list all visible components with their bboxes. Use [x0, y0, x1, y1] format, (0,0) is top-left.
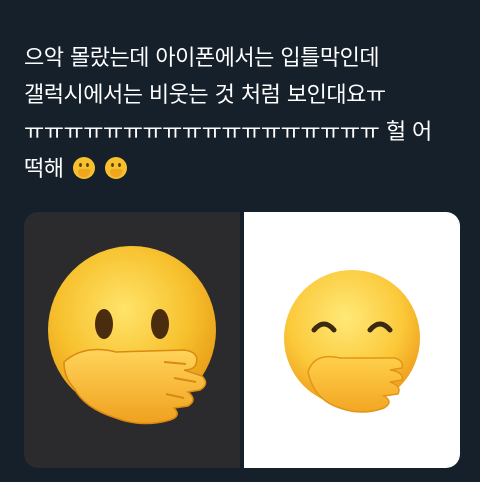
hand-over-mouth-emoji-icon	[72, 157, 95, 179]
tweet-line-4-text: 떡해	[24, 157, 64, 182]
media-image-right[interactable]	[244, 212, 460, 468]
tweet-screen: 으악 몰랐는데 아이폰에서는 입틀막인데 갤럭시에서는 비웃는 것 처럼 보인대…	[0, 0, 480, 482]
hand-over-mouth-emoji-icon	[105, 157, 128, 179]
tweet-line-4: 떡해	[24, 151, 464, 188]
tweet-line-1: 으악 몰랐는데 아이폰에서는 입틀막인데	[24, 46, 380, 71]
tweet-line-3: ㅠㅠㅠㅠㅠㅠㅠㅠㅠㅠㅠㅠㅠㅠㅠㅠㅠㅠ 헐 어	[24, 120, 432, 145]
samsung-hand-over-mouth-emoji-icon	[284, 270, 420, 413]
iphone-hand-over-mouth-emoji-icon	[48, 246, 216, 425]
tweet-media-grid[interactable]	[24, 212, 460, 468]
tweet-line-2: 갤럭시에서는 비웃는 것 처럼 보인대요ㅠ	[24, 83, 386, 108]
media-image-left[interactable]	[24, 212, 240, 468]
tweet-text: 으악 몰랐는데 아이폰에서는 입틀막인데 갤럭시에서는 비웃는 것 처럼 보인대…	[24, 40, 464, 188]
